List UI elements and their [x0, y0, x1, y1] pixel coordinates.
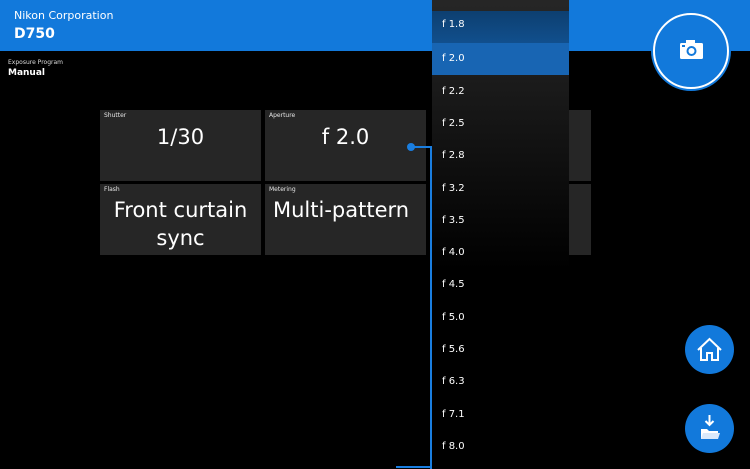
- aperture-option[interactable]: f 2.0: [432, 43, 569, 76]
- app-header: Nikon Corporation D750: [0, 0, 750, 51]
- aperture-option[interactable]: f 2.8: [432, 140, 569, 172]
- aperture-tile[interactable]: Aperture f 2.0: [265, 110, 426, 181]
- aperture-option[interactable]: f 3.5: [432, 205, 569, 237]
- aperture-option[interactable]: f 3.2: [432, 173, 569, 205]
- aperture-option[interactable]: f 1.8: [432, 11, 569, 43]
- aperture-option[interactable]: f 5.0: [432, 302, 569, 334]
- aperture-label: Aperture: [269, 112, 296, 119]
- camera-model: D750: [14, 26, 55, 42]
- camera-maker: Nikon Corporation: [14, 9, 114, 22]
- camera-icon: [680, 40, 703, 59]
- home-button[interactable]: [685, 325, 734, 374]
- aperture-option[interactable]: f 4.5: [432, 269, 569, 301]
- aperture-option[interactable]: f 6.3: [432, 366, 569, 398]
- dropdown-bottom-line: [396, 466, 432, 468]
- shutter-value: 1/30: [156, 125, 205, 149]
- shutter-label: Shutter: [104, 112, 127, 119]
- flash-value-line1: Front curtain: [113, 198, 248, 222]
- aperture-option[interactable]: f 2.5: [432, 108, 569, 140]
- exposure-program-value: Manual: [8, 68, 46, 78]
- flash-label: Flash: [104, 186, 120, 193]
- hidden-tile-1[interactable]: [569, 110, 591, 181]
- flash-tile[interactable]: Flash Front curtain sync: [100, 184, 261, 255]
- download-button[interactable]: [685, 404, 734, 453]
- aperture-option[interactable]: f 7.1: [432, 399, 569, 431]
- flash-value-line2: sync: [156, 226, 205, 250]
- hidden-tile-2[interactable]: [569, 184, 591, 255]
- download-folder-icon: [701, 415, 720, 439]
- aperture-dropdown[interactable]: f 1.8 f 2.0 f 2.2 f 2.5 f 2.8 f 3.2 f 3.5 f 4.0…: [432, 0, 569, 469]
- aperture-option[interactable]: f 5.6: [432, 334, 569, 366]
- capture-button[interactable]: [653, 13, 729, 89]
- exposure-program-label: Exposure Program: [8, 59, 63, 66]
- home-icon: [697, 337, 722, 361]
- metering-tile[interactable]: Metering Multi-pattern: [265, 184, 426, 255]
- shutter-tile[interactable]: Shutter 1/30: [100, 110, 261, 181]
- metering-label: Metering: [269, 186, 296, 193]
- aperture-value: f 2.0: [321, 125, 370, 149]
- aperture-option[interactable]: f 4.0: [432, 237, 569, 269]
- aperture-option[interactable]: f 2.2: [432, 76, 569, 108]
- aperture-option[interactable]: f 8.0: [432, 431, 569, 463]
- metering-value: Multi-pattern: [273, 198, 410, 222]
